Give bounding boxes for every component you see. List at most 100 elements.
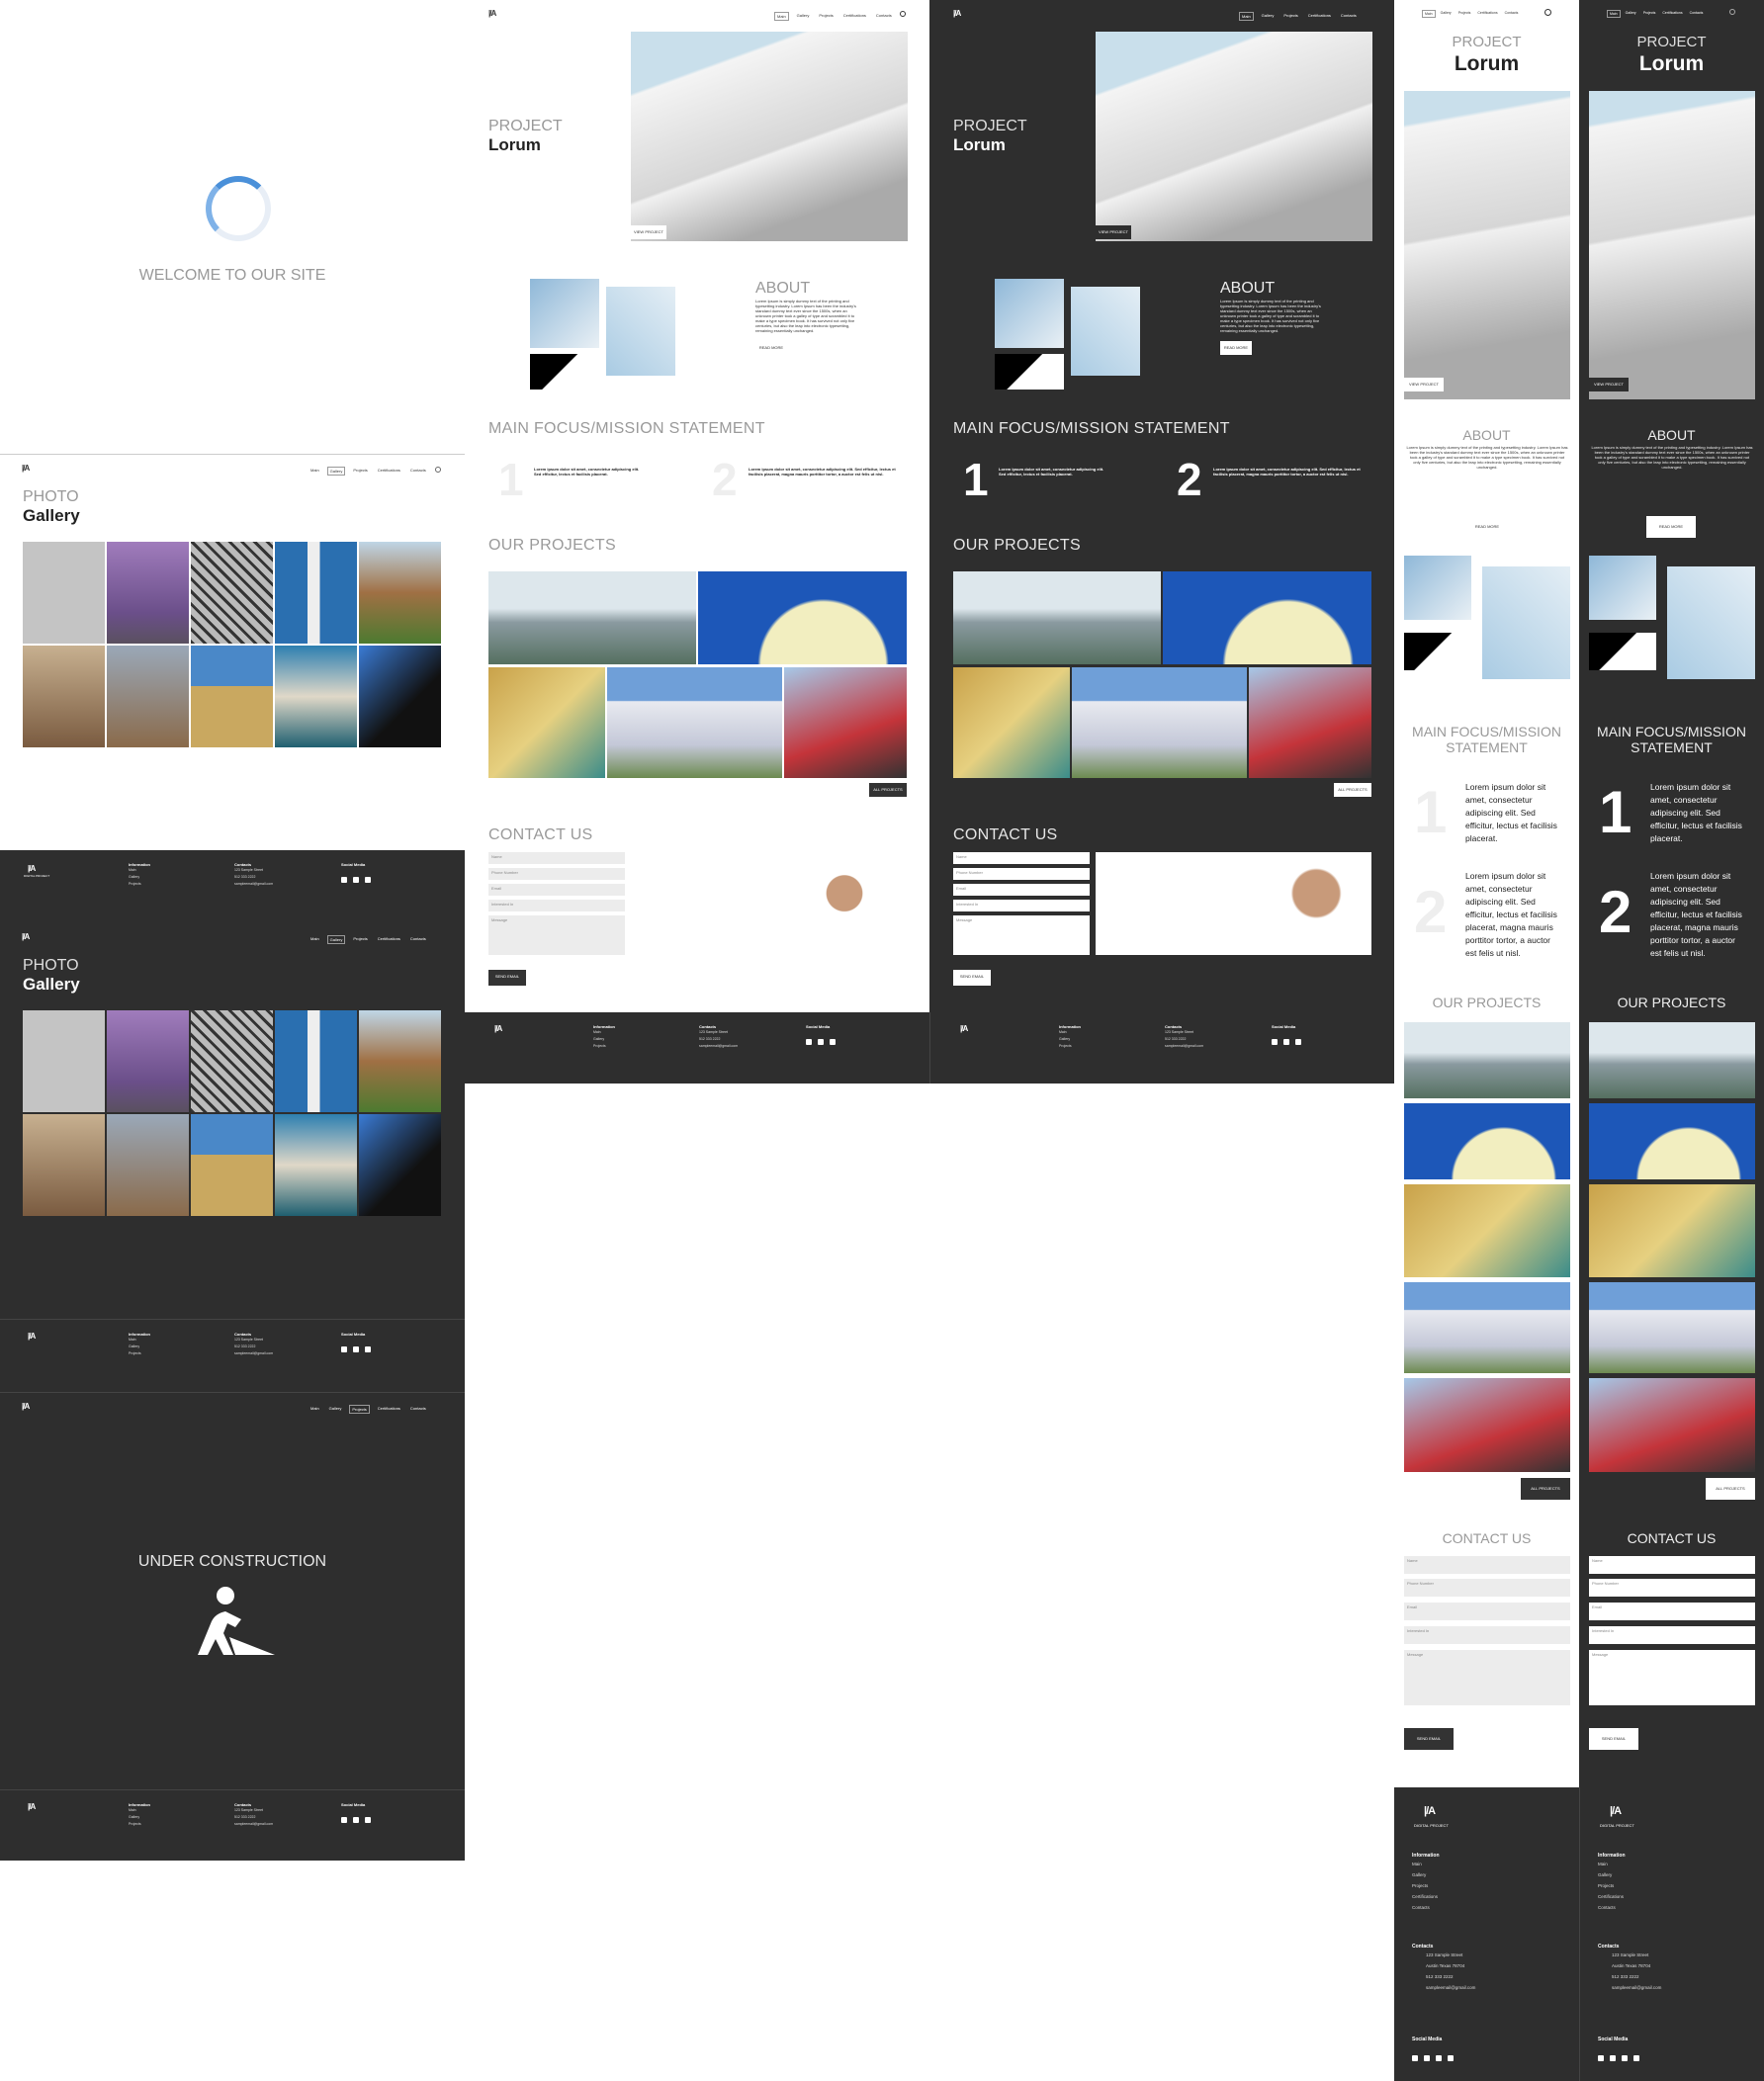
footer-email[interactable]: sampleemail@gmail.com: [234, 1350, 273, 1357]
footer-link[interactable]: Gallery: [593, 1036, 615, 1043]
footer-link[interactable]: Gallery: [1598, 1869, 1626, 1880]
gallery-photo[interactable]: [275, 542, 357, 644]
nav-certifications[interactable]: Certifications: [1306, 12, 1333, 21]
gallery-photo[interactable]: [23, 1010, 105, 1112]
nav-main[interactable]: Main: [1239, 12, 1254, 21]
linkedin-icon[interactable]: [365, 1346, 371, 1352]
twitter-icon[interactable]: [353, 1817, 359, 1823]
theme-toggle-icon[interactable]: [435, 467, 441, 473]
project-image[interactable]: [1589, 1184, 1755, 1277]
footer-link[interactable]: Projects: [1598, 1880, 1626, 1891]
name-field[interactable]: Name: [1404, 1556, 1570, 1574]
nav-projects[interactable]: Projects: [351, 467, 369, 476]
nav-certifications[interactable]: Certifications: [376, 467, 402, 476]
project-image[interactable]: [1163, 571, 1371, 664]
footer-link[interactable]: Certifications: [1598, 1891, 1626, 1902]
footer-link[interactable]: Main: [129, 1807, 150, 1814]
footer-email[interactable]: sampleemail@gmail.com: [1412, 1982, 1475, 1993]
gallery-photo[interactable]: [275, 1114, 357, 1216]
read-more-button[interactable]: READ MORE: [755, 341, 787, 355]
project-image[interactable]: [1404, 1022, 1570, 1098]
nav-projects[interactable]: Projects: [1281, 12, 1299, 21]
name-field[interactable]: Name: [953, 852, 1090, 864]
nav-gallery[interactable]: Gallery: [795, 12, 812, 21]
name-field[interactable]: Name: [488, 852, 625, 864]
footer-link[interactable]: Gallery: [1412, 1869, 1440, 1880]
nav-contacts[interactable]: Contacts: [408, 935, 428, 944]
project-image[interactable]: [1404, 1282, 1570, 1373]
footer-logo[interactable]: |/A: [28, 1802, 36, 1811]
phone-field[interactable]: Phone Number: [488, 868, 625, 880]
message-field[interactable]: Message: [1404, 1650, 1570, 1705]
gallery-photo[interactable]: [191, 1010, 273, 1112]
gallery-photo[interactable]: [359, 542, 441, 644]
message-field[interactable]: Message: [488, 915, 625, 955]
read-more-button[interactable]: READ MORE: [1220, 341, 1252, 355]
project-image[interactable]: [488, 667, 605, 778]
nav-main[interactable]: Main: [309, 935, 321, 944]
email-field[interactable]: Email: [1404, 1603, 1570, 1620]
nav-projects[interactable]: Projects: [349, 1405, 370, 1414]
nav-gallery[interactable]: Gallery: [1439, 10, 1454, 18]
nav-main[interactable]: Main: [309, 1405, 321, 1414]
footer-logo[interactable]: |/A: [494, 1024, 502, 1033]
nav-main[interactable]: Main: [774, 12, 789, 21]
read-more-button[interactable]: READ MORE: [1467, 520, 1507, 534]
phone-field[interactable]: Phone Number: [1404, 1579, 1570, 1597]
gallery-photo[interactable]: [23, 542, 105, 644]
site-logo[interactable]: |/A: [22, 464, 30, 473]
nav-main[interactable]: Main: [1422, 10, 1436, 18]
nav-contacts[interactable]: Contacts: [1688, 10, 1706, 18]
gallery-photo[interactable]: [359, 1114, 441, 1216]
nav-projects[interactable]: Projects: [1641, 10, 1658, 18]
footer-link[interactable]: Gallery: [129, 874, 150, 881]
project-image[interactable]: [698, 571, 907, 664]
gallery-photo[interactable]: [359, 1010, 441, 1112]
gallery-photo[interactable]: [191, 1114, 273, 1216]
footer-email[interactable]: sampleemail@gmail.com: [1165, 1043, 1203, 1050]
email-field[interactable]: Email: [488, 884, 625, 896]
gallery-photo[interactable]: [23, 646, 105, 747]
footer-link[interactable]: Main: [1059, 1029, 1081, 1036]
gallery-photo[interactable]: [23, 1114, 105, 1216]
gallery-photo[interactable]: [275, 1010, 357, 1112]
site-logo[interactable]: |/A: [22, 932, 30, 941]
email-field[interactable]: Email: [953, 884, 1090, 896]
footer-link[interactable]: Projects: [129, 1821, 150, 1828]
gallery-photo[interactable]: [191, 646, 273, 747]
twitter-icon[interactable]: [1283, 1039, 1289, 1045]
facebook-icon[interactable]: [806, 1039, 812, 1045]
nav-main[interactable]: Main: [1607, 10, 1621, 18]
nav-gallery[interactable]: Gallery: [1624, 10, 1638, 18]
gallery-photo[interactable]: [275, 646, 357, 747]
nav-main[interactable]: Main: [309, 467, 321, 476]
send-email-button[interactable]: SEND EMAIL: [953, 970, 991, 986]
twitter-icon[interactable]: [353, 1346, 359, 1352]
site-logo[interactable]: |/A: [488, 9, 496, 18]
project-image[interactable]: [1072, 667, 1247, 778]
footer-link[interactable]: Projects: [129, 1350, 150, 1357]
theme-toggle-icon[interactable]: [1544, 9, 1551, 16]
pinterest-icon[interactable]: [1633, 2055, 1639, 2061]
footer-logo[interactable]: |/A: [1424, 1805, 1436, 1817]
project-image[interactable]: [953, 667, 1070, 778]
twitter-icon[interactable]: [1424, 2055, 1430, 2061]
nav-contacts[interactable]: Contacts: [408, 467, 428, 476]
interested-field[interactable]: Interested In: [1404, 1626, 1570, 1644]
theme-toggle-icon[interactable]: [1729, 9, 1735, 15]
footer-link[interactable]: Gallery: [129, 1814, 150, 1821]
send-email-button[interactable]: SEND EMAIL: [1404, 1728, 1454, 1750]
phone-field[interactable]: Phone Number: [953, 868, 1090, 880]
nav-certifications[interactable]: Certifications: [376, 1405, 402, 1414]
all-projects-button[interactable]: ALL PROJECTS: [1521, 1478, 1570, 1500]
interested-field[interactable]: Interested In: [1589, 1626, 1755, 1644]
footer-link[interactable]: Gallery: [129, 1344, 150, 1350]
name-field[interactable]: Name: [1589, 1556, 1755, 1574]
linkedin-icon[interactable]: [365, 1817, 371, 1823]
facebook-icon[interactable]: [341, 877, 347, 883]
footer-link[interactable]: Main: [129, 1337, 150, 1344]
view-project-button[interactable]: VIEW PROJECT: [1096, 225, 1131, 239]
footer-link[interactable]: Main: [1598, 1859, 1626, 1869]
nav-gallery[interactable]: Gallery: [326, 467, 346, 476]
project-image[interactable]: [1589, 1378, 1755, 1472]
